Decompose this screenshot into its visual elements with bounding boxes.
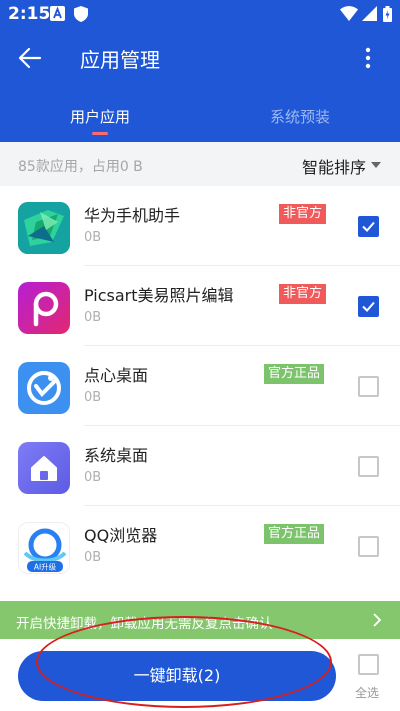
ai-upgrade-caption: AI升级 bbox=[34, 562, 57, 572]
shield-icon bbox=[74, 6, 88, 26]
highlight-ring bbox=[36, 616, 332, 708]
status-bar: 2:15 bbox=[0, 0, 400, 28]
app-size: 0B bbox=[84, 470, 102, 485]
app-name: Picsart美易照片编辑 bbox=[84, 286, 234, 305]
battery-icon bbox=[383, 6, 392, 26]
huawei-assistant-icon bbox=[18, 202, 70, 254]
official-badge: 官方正品 bbox=[264, 364, 325, 384]
app-size: 0B bbox=[84, 390, 102, 405]
sort-dropdown[interactable]: 智能排序 bbox=[302, 154, 366, 178]
chevron-right-icon[interactable] bbox=[372, 612, 382, 628]
app-bar: 应用管理 bbox=[0, 28, 400, 88]
official-badge: 官方正品 bbox=[264, 524, 325, 544]
app-name: 系统桌面 bbox=[84, 446, 149, 465]
tab-system-preinstalled[interactable]: 系统预装 bbox=[200, 106, 400, 127]
qq-browser-icon: AI升级 bbox=[18, 522, 70, 574]
picsart-icon bbox=[18, 282, 70, 334]
wifi-icon bbox=[340, 6, 358, 25]
more-vert-icon[interactable] bbox=[356, 44, 380, 72]
app-count-text: 85款应用，占用0 B bbox=[18, 159, 143, 175]
app-size: 0B bbox=[84, 230, 102, 245]
tab-bar: 用户应用 系统预装 bbox=[0, 88, 400, 142]
app-name: 华为手机助手 bbox=[84, 206, 181, 225]
select-checkbox[interactable] bbox=[358, 536, 379, 557]
caret-down-icon[interactable] bbox=[371, 162, 381, 168]
app-size: 0B bbox=[84, 310, 102, 325]
list-item[interactable]: AI升级 QQ浏览器 0B 官方正品 bbox=[0, 506, 400, 586]
select-all-checkbox[interactable] bbox=[358, 654, 379, 675]
select-checkbox[interactable] bbox=[358, 456, 379, 477]
app-name: QQ浏览器 bbox=[84, 526, 158, 545]
select-checkbox[interactable] bbox=[358, 376, 379, 397]
app-size: 0B bbox=[84, 550, 102, 565]
summary-bar: 85款应用，占用0 B 智能排序 bbox=[0, 142, 400, 186]
a-notification-icon bbox=[50, 6, 65, 25]
status-time: 2:15 bbox=[8, 4, 51, 24]
tab-indicator bbox=[92, 132, 108, 135]
dianxin-desktop-icon bbox=[18, 362, 70, 414]
select-checkbox[interactable] bbox=[358, 216, 379, 237]
list-item[interactable]: 华为手机助手 0B 非官方 bbox=[0, 186, 400, 266]
arrow-left-icon[interactable] bbox=[16, 44, 44, 72]
list-item[interactable]: 系统桌面 0B bbox=[0, 426, 400, 506]
app-name: 点心桌面 bbox=[84, 366, 149, 385]
list-item[interactable]: Picsart美易照片编辑 0B 非官方 bbox=[0, 266, 400, 346]
list-item[interactable]: 点心桌面 0B 官方正品 bbox=[0, 346, 400, 426]
select-all-label[interactable]: 全选 bbox=[355, 684, 379, 701]
home-icon bbox=[18, 442, 70, 494]
select-checkbox[interactable] bbox=[358, 296, 379, 317]
signal-icon bbox=[362, 6, 377, 25]
tab-user-apps[interactable]: 用户应用 bbox=[0, 106, 200, 127]
unofficial-badge: 非官方 bbox=[279, 284, 327, 304]
page-title: 应用管理 bbox=[80, 48, 160, 72]
unofficial-badge: 非官方 bbox=[279, 204, 327, 224]
